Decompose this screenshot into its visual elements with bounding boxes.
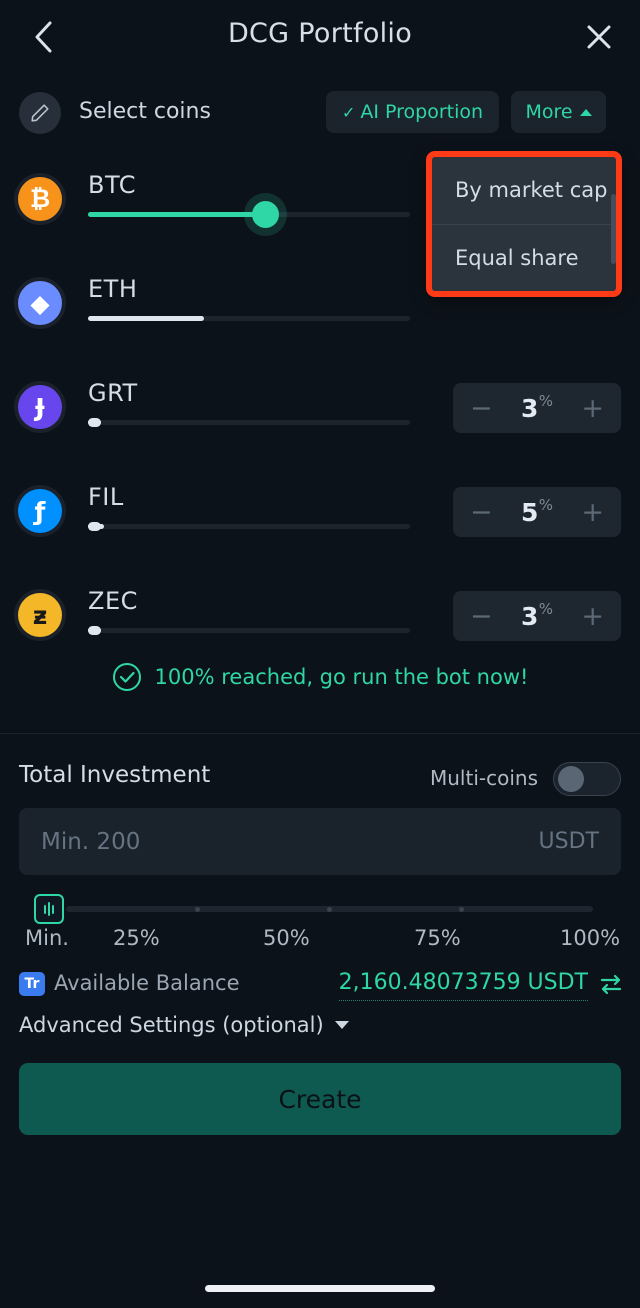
- slider-handle[interactable]: [34, 894, 64, 924]
- check-icon: ✓: [341, 102, 356, 122]
- ai-proportion-label: AI Proportion: [360, 101, 484, 123]
- stepper-zec[interactable]: −3% +: [453, 591, 621, 641]
- coin-row: Ɉ GRT −3% +: [0, 363, 640, 467]
- dropdown-item-equal-share[interactable]: Equal share: [430, 224, 618, 292]
- close-icon: [587, 25, 611, 49]
- coin-slider-fil[interactable]: [88, 522, 410, 531]
- stepper-increase-button[interactable]: +: [581, 499, 604, 526]
- slider-fill: [88, 316, 204, 321]
- allocation-status: 100% reached, go run the bot now!: [0, 662, 640, 692]
- slider-thumb[interactable]: [88, 418, 101, 427]
- coin-slider-zec[interactable]: [88, 626, 410, 635]
- section-divider: [0, 733, 640, 734]
- transfer-icon: [600, 974, 622, 995]
- stepper-fil[interactable]: −5% +: [453, 487, 621, 537]
- more-button[interactable]: More: [511, 91, 606, 133]
- slider-tick-label: Min.: [25, 926, 69, 950]
- toggle-knob: [558, 766, 584, 792]
- pencil-icon: [31, 104, 49, 122]
- coin-symbol: BTC: [88, 171, 136, 199]
- slider-fill: [88, 212, 266, 217]
- investment-unit: USDT: [538, 829, 599, 854]
- dropdown-item-by-market-cap[interactable]: By market cap: [430, 156, 618, 224]
- select-coins-label: Select coins: [79, 99, 211, 124]
- slider-tick-label: 50%: [263, 926, 310, 950]
- stepper-unit: %: [538, 600, 554, 618]
- investment-placeholder: Min. 200: [41, 828, 141, 855]
- slider-tick-label: 75%: [414, 926, 461, 950]
- total-investment-title: Total Investment: [19, 762, 211, 788]
- coin-icon-btc: ₿: [18, 177, 62, 221]
- coin-symbol: GRT: [88, 379, 138, 407]
- slider-thumb[interactable]: [252, 201, 280, 228]
- coin-symbol: ETH: [88, 275, 138, 303]
- proportion-dropdown-menu[interactable]: By market cap Equal share: [430, 156, 618, 292]
- check-circle-icon: [112, 663, 141, 691]
- available-balance-label: Available Balance: [54, 971, 240, 995]
- stepper-increase-button[interactable]: +: [581, 395, 604, 422]
- investment-amount-input[interactable]: Min. 200 USDT: [19, 808, 621, 875]
- close-button[interactable]: [578, 16, 620, 58]
- handle-bar: [44, 904, 46, 914]
- stepper-value: 3: [520, 601, 539, 631]
- coin-slider-eth[interactable]: [88, 316, 410, 321]
- chevron-down-icon: [334, 1021, 349, 1029]
- allocation-status-text: 100% reached, go run the bot now!: [154, 665, 529, 689]
- slider-tick-dot: [195, 907, 201, 912]
- caret-up-icon: [579, 108, 592, 116]
- coin-icon-grt: Ɉ: [18, 385, 62, 429]
- handle-bar: [52, 904, 54, 914]
- slider-tick-label: 25%: [113, 926, 160, 950]
- coin-icon-fil: ƒ: [18, 489, 62, 533]
- slider-thumb[interactable]: [88, 626, 101, 635]
- stepper-unit: %: [538, 496, 554, 514]
- coin-icon-eth: ◆: [18, 281, 62, 325]
- app-header: DCG Portfolio: [0, 0, 640, 74]
- dropdown-scrollbar[interactable]: [611, 194, 616, 264]
- handle-bar: [48, 902, 50, 916]
- slider-thumb[interactable]: [88, 522, 101, 531]
- investment-percent-slider[interactable]: [66, 906, 593, 912]
- advanced-settings-toggle[interactable]: Advanced Settings (optional): [19, 1013, 349, 1037]
- stepper-increase-button[interactable]: +: [581, 603, 604, 630]
- multi-coins-toggle[interactable]: [553, 762, 621, 796]
- coin-row: ƒ FIL −5% +: [0, 467, 640, 571]
- dropdown-divider: [430, 224, 618, 225]
- coin-symbol: ZEC: [88, 587, 138, 615]
- slider-tick-labels: Min. 25% 50% 75% 100%: [0, 926, 640, 956]
- stepper-grt[interactable]: −3% +: [453, 383, 621, 433]
- balance-badge: Tr: [19, 972, 45, 996]
- page-title: DCG Portfolio: [227, 18, 413, 49]
- slider-tick-label: 100%: [560, 926, 621, 950]
- more-label: More: [525, 101, 573, 123]
- ai-proportion-button[interactable]: ✓ AI Proportion: [326, 91, 499, 133]
- available-balance-value[interactable]: 2,160.48073759 USDT: [338, 970, 588, 1001]
- multi-coins-label: Multi-coins: [430, 766, 538, 790]
- transfer-button[interactable]: [597, 970, 625, 1002]
- create-button[interactable]: Create: [19, 1063, 621, 1135]
- stepper-value: 3: [520, 393, 539, 423]
- coin-slider-btc[interactable]: [88, 201, 410, 228]
- stepper-decrease-button[interactable]: −: [470, 395, 493, 422]
- stepper-decrease-button[interactable]: −: [470, 603, 493, 630]
- edit-coins-button[interactable]: [19, 92, 61, 134]
- slider-tick-dot: [326, 907, 332, 912]
- coin-symbol: FIL: [88, 483, 124, 511]
- coin-slider-grt[interactable]: [88, 418, 410, 427]
- slider-tick-dot: [458, 907, 464, 912]
- stepper-decrease-button[interactable]: −: [470, 499, 493, 526]
- stepper-unit: %: [538, 392, 554, 410]
- coin-icon-zec: ƶ: [18, 593, 62, 637]
- stepper-value: 5: [520, 497, 539, 527]
- home-indicator: [205, 1285, 435, 1292]
- coin-row: ƶ ZEC −3% +: [0, 571, 640, 675]
- advanced-settings-label: Advanced Settings (optional): [19, 1013, 324, 1037]
